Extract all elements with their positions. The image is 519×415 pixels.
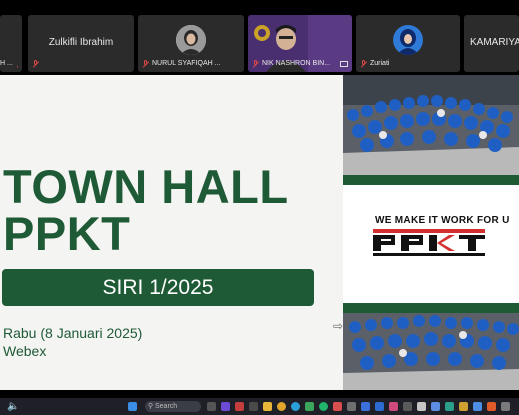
ppkt-logo-icon bbox=[373, 229, 485, 256]
participant-name: Zuriati bbox=[370, 60, 390, 67]
muted-mic-icon bbox=[252, 59, 259, 68]
participant-avatar bbox=[176, 25, 206, 55]
app-icon[interactable] bbox=[487, 402, 496, 411]
photo-column: WE MAKE IT WORK FOR U bbox=[343, 75, 519, 390]
participant-tile[interactable]: Zulkifli Ibrahim bbox=[28, 15, 134, 72]
slide-title-line1: TOWN HALL bbox=[3, 160, 289, 213]
app-icon[interactable] bbox=[333, 402, 342, 411]
app-icon[interactable] bbox=[445, 402, 454, 411]
participant-name: KAMARIYA bbox=[470, 37, 519, 48]
series-label: SIRI 1/2025 bbox=[102, 275, 214, 299]
search-placeholder: Search bbox=[155, 403, 178, 410]
app-icon[interactable] bbox=[501, 402, 510, 411]
event-date: Rabu (8 Januari 2025) bbox=[3, 325, 143, 341]
search-icon: ⚲ bbox=[148, 403, 154, 410]
group-photo-bottom bbox=[343, 313, 519, 390]
shared-slide: TOWN HALL PPKT SIRI 1/2025 Rabu (8 Janua… bbox=[0, 75, 519, 390]
mail-icon[interactable] bbox=[375, 402, 384, 411]
participant-strip: H ... Zulkifli Ibrahim NURUL SYAFIQAH ..… bbox=[0, 0, 519, 75]
participant-name: NURUL SYAFIQAH ... bbox=[152, 60, 221, 67]
app-icon[interactable] bbox=[417, 402, 426, 411]
chrome-icon[interactable] bbox=[277, 402, 286, 411]
series-banner: SIRI 1/2025 bbox=[2, 269, 314, 306]
participant-name: NIK NASHRON BIN... bbox=[262, 60, 331, 67]
app-icon[interactable] bbox=[249, 402, 258, 411]
muted-mic-icon bbox=[142, 59, 149, 68]
next-slide-arrow-icon[interactable]: ⇨ bbox=[333, 319, 343, 333]
participant-avatar bbox=[393, 25, 423, 55]
participant-tile-active[interactable]: NIK NASHRON BIN... bbox=[248, 15, 352, 72]
muted-mic-icon bbox=[32, 59, 39, 68]
event-platform: Webex bbox=[3, 343, 47, 359]
app-icon[interactable] bbox=[235, 402, 244, 411]
store-icon[interactable] bbox=[403, 402, 412, 411]
participant-name: Zulkifli Ibrahim bbox=[48, 37, 114, 48]
windows-start-icon[interactable] bbox=[128, 402, 137, 411]
app-icon[interactable] bbox=[431, 402, 440, 411]
taskbar: 🔈 ⚲ Search bbox=[0, 398, 519, 415]
webex-icon[interactable] bbox=[319, 402, 328, 411]
file-explorer-icon[interactable] bbox=[263, 402, 272, 411]
speaker-icon[interactable]: 🔈 bbox=[7, 401, 19, 412]
app-icon[interactable] bbox=[459, 402, 468, 411]
edge-icon[interactable] bbox=[291, 402, 300, 411]
app-icon[interactable] bbox=[473, 402, 482, 411]
app-icon[interactable] bbox=[221, 402, 230, 411]
muted-mic-icon bbox=[16, 59, 18, 68]
task-view-icon[interactable] bbox=[207, 402, 216, 411]
participant-tile[interactable]: KAMARIYA bbox=[464, 15, 519, 72]
screen-share-icon bbox=[340, 60, 348, 67]
app-icon[interactable] bbox=[347, 402, 356, 411]
ppkt-logo-panel: WE MAKE IT WORK FOR U bbox=[343, 175, 519, 313]
participant-name: H ... bbox=[0, 60, 13, 67]
group-photo-top bbox=[343, 75, 519, 175]
taskbar-search-input[interactable]: ⚲ Search bbox=[145, 401, 201, 412]
app-icon[interactable] bbox=[305, 402, 314, 411]
app-icon[interactable] bbox=[389, 402, 398, 411]
participant-tile[interactable]: H ... bbox=[0, 15, 22, 72]
slogan-text: WE MAKE IT WORK FOR U bbox=[375, 215, 510, 226]
app-icon[interactable] bbox=[361, 402, 370, 411]
slide-title-line2: PPKT bbox=[3, 207, 131, 260]
participant-tile[interactable]: NURUL SYAFIQAH ... bbox=[138, 15, 244, 72]
muted-mic-icon bbox=[360, 59, 367, 68]
participant-tile[interactable]: Zuriati bbox=[356, 15, 460, 72]
